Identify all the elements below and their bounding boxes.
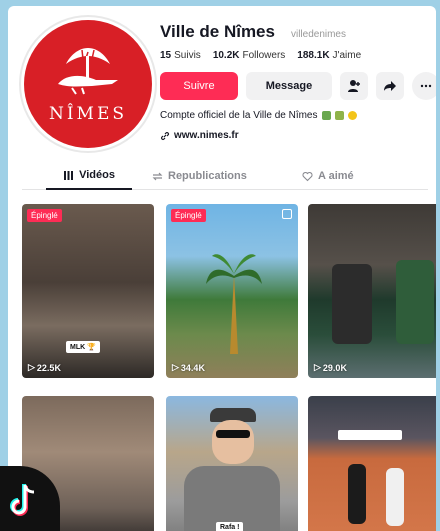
- player-jersey: [332, 264, 372, 344]
- player-figure: [386, 468, 404, 526]
- video-caption: MLK 🏆: [66, 341, 100, 353]
- handle: villedenimes: [290, 29, 346, 40]
- tab-videos[interactable]: Vidéos: [46, 162, 132, 190]
- multi-photo-icon: [282, 209, 292, 219]
- view-count: ▷ 22.5K: [28, 362, 61, 373]
- profile-actions: Suivre Message: [160, 72, 436, 100]
- view-count: ▷ 29.0K: [314, 362, 347, 373]
- crocodile-emoji-icon: [321, 111, 331, 120]
- profile-tabs: Vidéos Republications A aimé: [22, 162, 428, 190]
- stat-followers[interactable]: 10.2K Followers: [213, 50, 285, 61]
- tab-liked[interactable]: A aimé: [302, 162, 354, 190]
- sun-emoji-icon: [347, 111, 357, 120]
- bio: Compte officiel de la Ville de Nîmes: [160, 110, 357, 121]
- tiktok-logo-icon: [10, 484, 35, 516]
- follow-button[interactable]: Suivre: [160, 72, 238, 100]
- stat-likes: 188.1K J'aime: [297, 50, 362, 61]
- video-tile[interactable]: Épinglé MLK 🏆 ▷ 22.5K: [22, 204, 154, 378]
- link-icon: [161, 131, 169, 140]
- face: [212, 420, 254, 464]
- tab-reposts[interactable]: Republications: [152, 162, 247, 190]
- pinned-badge: Épinglé: [27, 209, 62, 222]
- profile-stats: 15 Suivis 10.2K Followers 188.1K J'aime: [160, 50, 361, 61]
- stat-following[interactable]: 15 Suivis: [160, 50, 201, 61]
- message-button[interactable]: Message: [246, 72, 332, 100]
- crocodile-palm-logo-icon: [58, 48, 118, 95]
- display-name: Ville de Nîmes: [160, 22, 275, 41]
- video-tile[interactable]: [308, 396, 436, 531]
- grid-icon: [64, 170, 74, 180]
- bio-text: Compte officiel de la Ville de Nîmes: [160, 110, 318, 121]
- video-tile[interactable]: Épinglé ▷ 34.4K: [166, 204, 298, 378]
- avatar[interactable]: NÎMES: [24, 20, 152, 148]
- video-tile[interactable]: ▷ 29.0K: [308, 204, 436, 378]
- video-tile[interactable]: Rafa !: [166, 396, 298, 531]
- player-jersey: [396, 260, 434, 344]
- share-button[interactable]: [376, 72, 404, 100]
- scoreboard-banner: [338, 430, 402, 440]
- sunglasses: [216, 430, 250, 438]
- view-count: ▷ 34.4K: [172, 362, 205, 373]
- more-options-button[interactable]: [412, 72, 436, 100]
- profile-page: NÎMES Ville de Nîmes villedenimes 15 Suiv…: [8, 6, 436, 531]
- player-figure: [348, 464, 366, 524]
- video-caption: Rafa !: [216, 522, 244, 531]
- palm-tree-emoji-icon: [334, 111, 344, 120]
- play-icon: ▷: [28, 362, 35, 372]
- more-dots-icon: [420, 84, 432, 88]
- logo-text: NÎMES: [48, 104, 128, 124]
- person-add-icon: [348, 80, 360, 92]
- name-row: Ville de Nîmes villedenimes: [160, 22, 346, 42]
- play-icon: ▷: [314, 362, 321, 372]
- profile-link-text: www.nimes.fr: [174, 130, 239, 141]
- profile-link[interactable]: www.nimes.fr: [160, 130, 239, 141]
- pinned-badge: Épinglé: [171, 209, 206, 222]
- heart-outline-icon: [302, 171, 313, 181]
- share-arrow-icon: [384, 81, 396, 91]
- add-friend-button[interactable]: [340, 72, 368, 100]
- repost-icon: [152, 172, 163, 180]
- play-icon: ▷: [172, 362, 179, 372]
- palm-tree-shape: [206, 254, 262, 354]
